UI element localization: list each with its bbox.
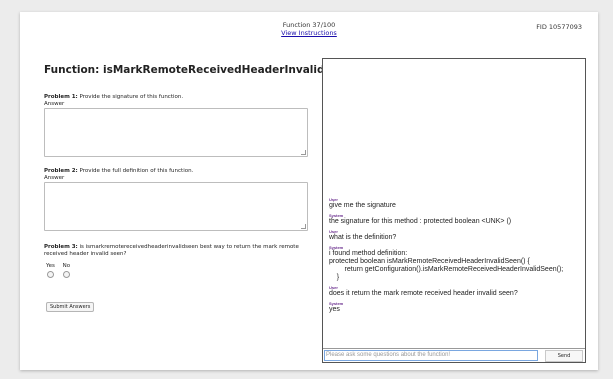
message-text: give me the signature (329, 202, 396, 209)
send-button[interactable]: Send (545, 350, 583, 362)
resize-handle-icon[interactable] (301, 150, 306, 155)
chat-panel: User give me the signature System the si… (322, 58, 586, 363)
chat-message: User does it return the mark remote rece… (329, 285, 579, 298)
progress-text: Function 37/100 (282, 21, 336, 29)
chat-messages: User give me the signature System the si… (329, 197, 579, 317)
problem-3-options: Yes No (46, 263, 76, 278)
option-no-label: No (62, 263, 71, 269)
chat-message: System yes (329, 301, 579, 314)
chat-input-row: Please ask some questions about the func… (323, 348, 585, 362)
option-yes-radio[interactable] (46, 271, 54, 278)
message-text: yes (329, 306, 340, 313)
chat-message: System i found method definition: protec… (329, 245, 579, 282)
answer-1-textarea[interactable] (44, 108, 308, 157)
view-instructions-link[interactable]: View Instructions (281, 29, 337, 37)
problems-panel: Function: isMarkRemoteReceivedHeaderInva… (44, 64, 354, 312)
message-text: the signature for this method : protecte… (329, 218, 512, 225)
function-title: Function: isMarkRemoteReceivedHeaderInva… (44, 64, 354, 76)
option-no: No (63, 263, 70, 278)
fid-label: FID 10577093 (536, 23, 582, 31)
option-yes-label: Yes (46, 263, 55, 269)
message-text: i found method definition: protected boo… (329, 250, 564, 281)
problem-2-label: Problem 2: (44, 168, 78, 174)
message-text: does it return the mark remote received … (329, 290, 518, 297)
chat-message: User give me the signature (329, 197, 579, 210)
problem-1-text: Provide the signature of this function. (77, 94, 184, 100)
option-no-radio[interactable] (62, 271, 70, 278)
problem-2: Problem 2: Provide the full definition o… (44, 168, 308, 231)
problem-2-text: Provide the full definition of this func… (77, 168, 194, 174)
problem-3: Problem 3: is ismarkremotereceivedheader… (44, 244, 310, 258)
progress-header: Function 37/100 View Instructions (20, 21, 598, 37)
top-bar: Function 37/100 View Instructions FID 10… (20, 12, 598, 42)
chat-message: User what is the definition? (329, 229, 579, 242)
chat-input[interactable]: Please ask some questions about the func… (324, 350, 538, 361)
problem-1: Problem 1: Provide the signature of this… (44, 94, 308, 157)
resize-handle-icon[interactable] (301, 224, 306, 229)
chat-message: System the signature for this method : p… (329, 213, 579, 226)
task-card: Function 37/100 View Instructions FID 10… (20, 12, 598, 370)
answer-2-textarea[interactable] (44, 182, 308, 231)
message-text: what is the definition? (329, 234, 397, 241)
option-yes: Yes (46, 263, 55, 278)
answer-1-label: Answer (44, 101, 65, 107)
problem-3-label: Problem 3: (44, 244, 78, 250)
submit-answers-button[interactable]: Submit Answers (46, 302, 95, 312)
answer-2-label: Answer (44, 175, 65, 181)
problem-1-label: Problem 1: (44, 94, 78, 100)
problem-3-text: is ismarkremotereceivedheaderinvalidseen… (44, 244, 299, 257)
